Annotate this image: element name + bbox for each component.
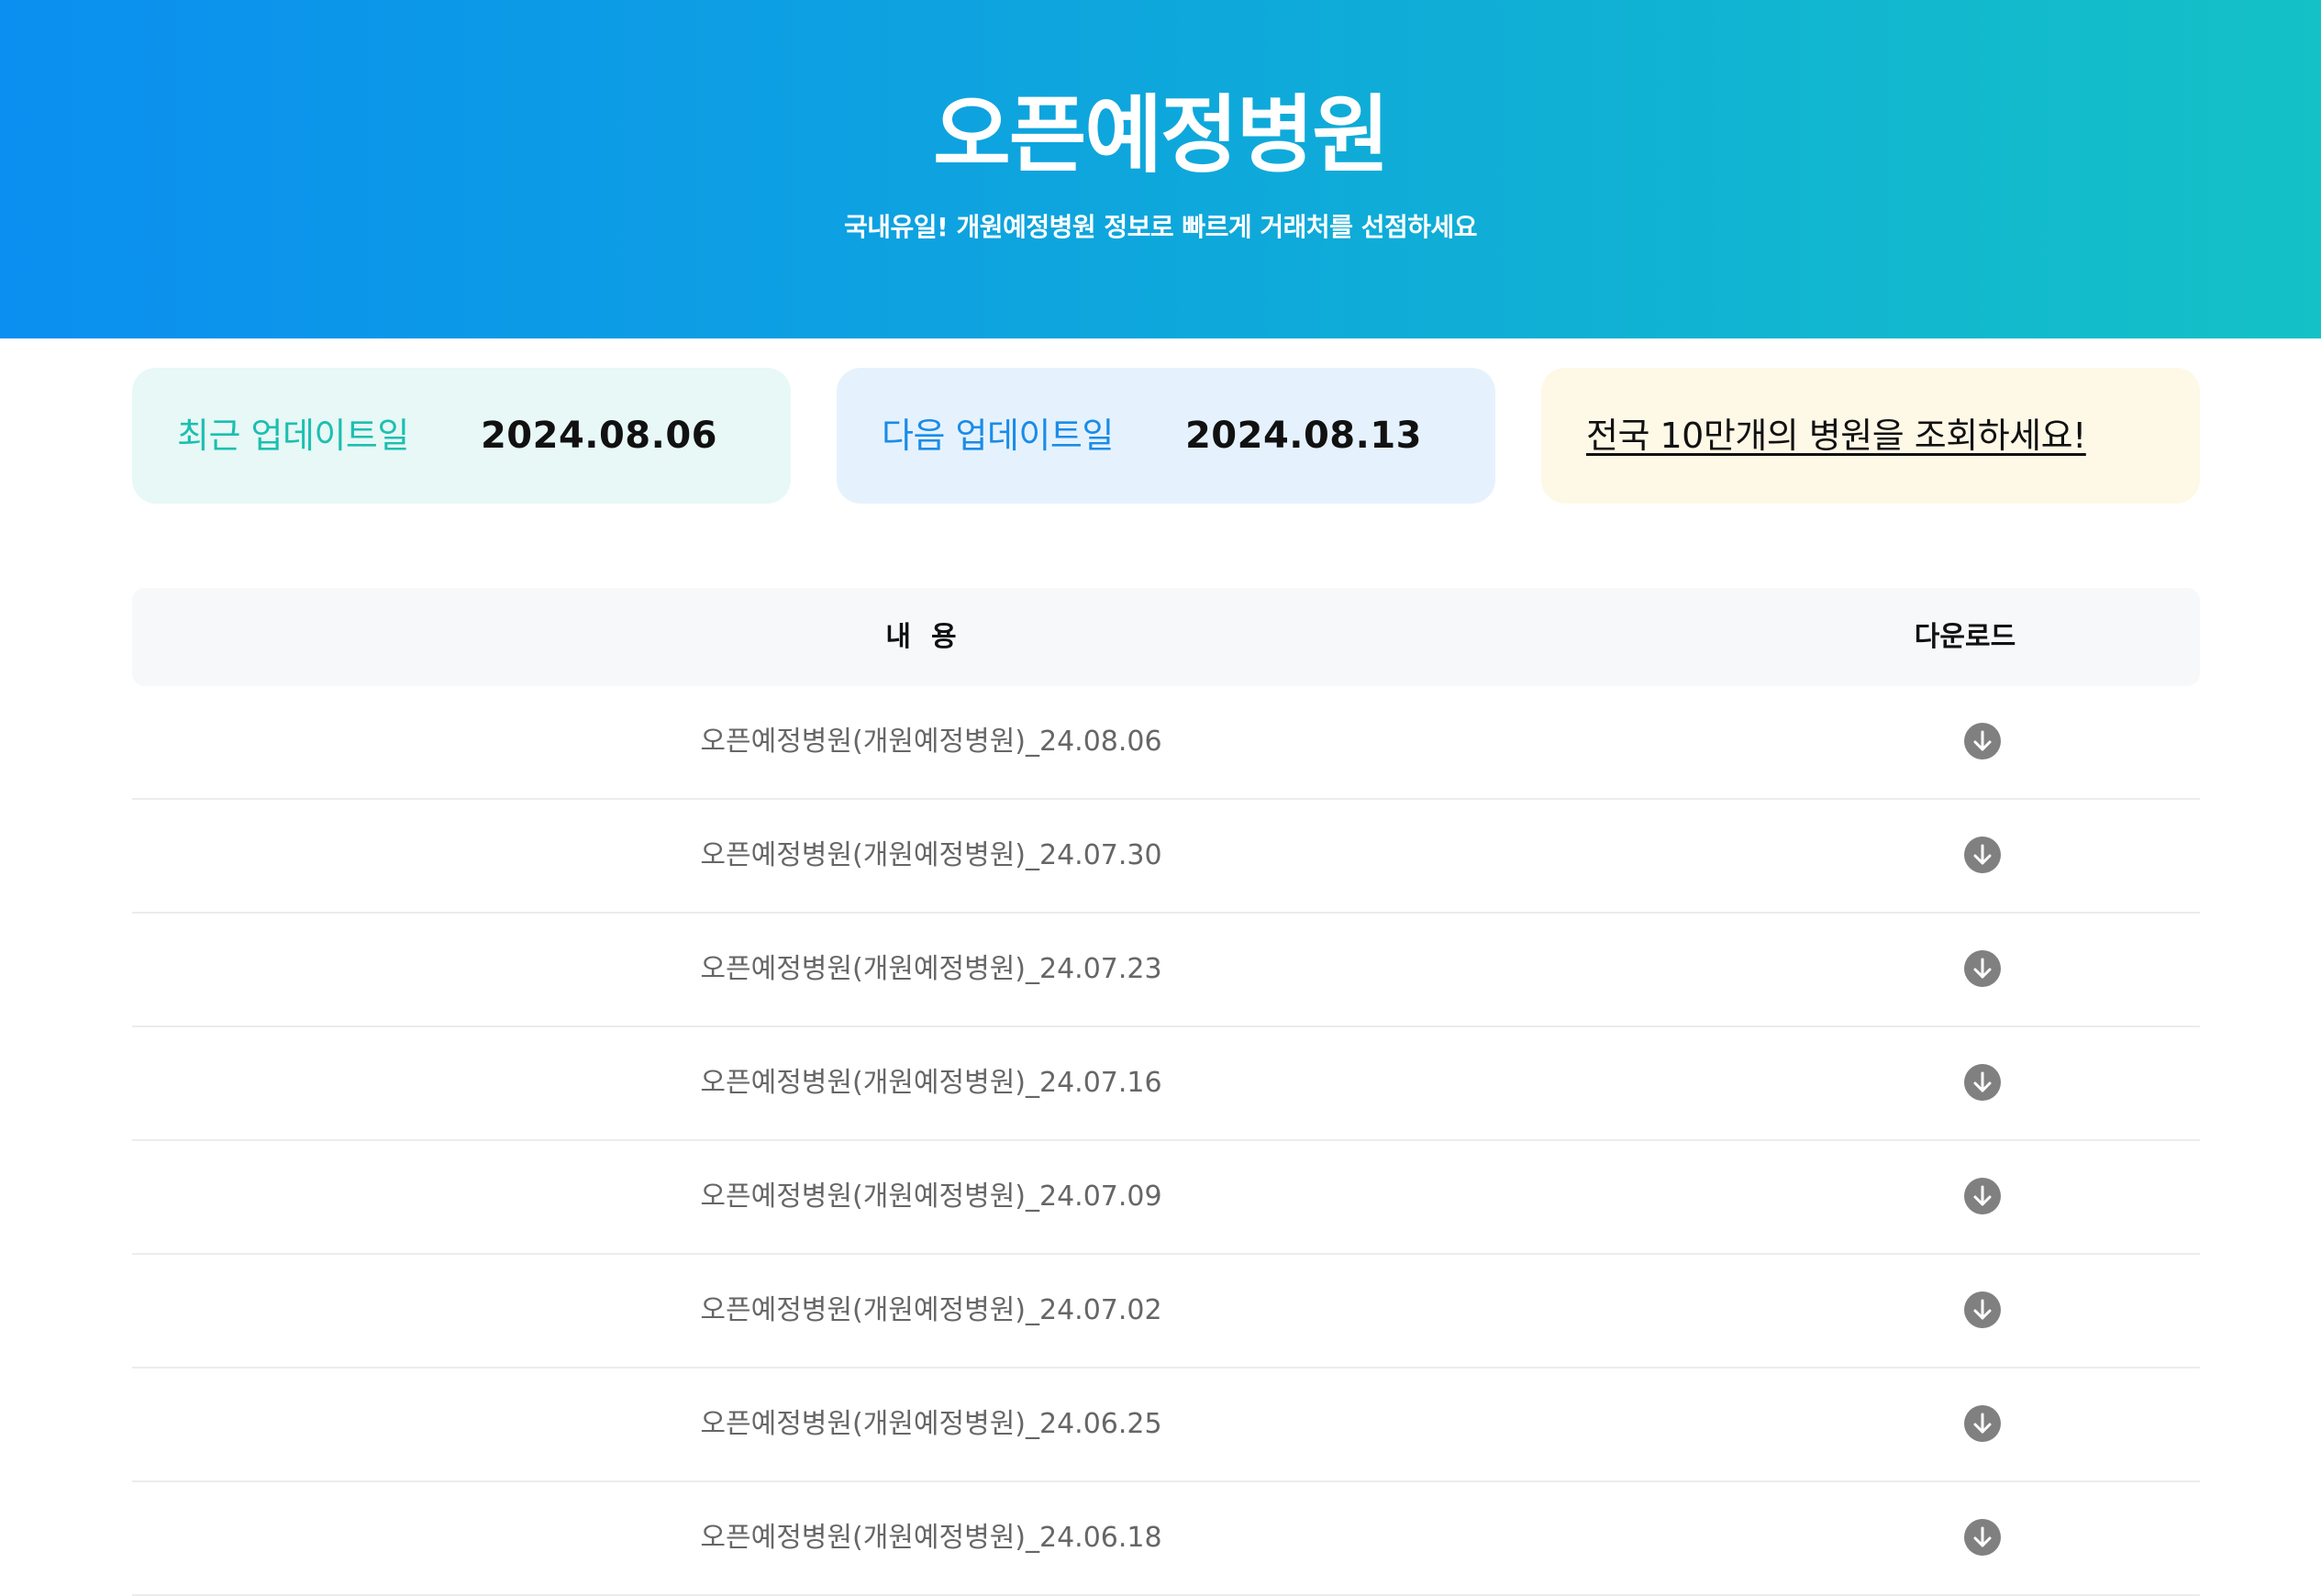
- next-update-card: 다음 업데이트일 2024.08.13: [837, 368, 1495, 504]
- table-row: 오픈예정병원(개원예정병원)_24.07.09: [132, 1141, 2200, 1255]
- row-title: 오픈예정병원(개원예정병원)_24.08.06: [700, 726, 1162, 758]
- hero-banner: 오픈예정병원 국내유일! 개원예정병원 정보로 빠르게 거래처를 선점하세요: [0, 0, 2321, 338]
- row-title: 오픈예정병원(개원예정병원)_24.07.16: [700, 1067, 1162, 1099]
- column-header-download: 다운로드: [1914, 621, 2016, 653]
- table-body: 오픈예정병원(개원예정병원)_24.08.06 오픈예정병원(개원예정병원)_24…: [132, 686, 2200, 1596]
- row-title: 오픈예정병원(개원예정병원)_24.07.23: [700, 953, 1162, 985]
- table-row: 오픈예정병원(개원예정병원)_24.06.25: [132, 1369, 2200, 1482]
- download-icon[interactable]: [1964, 1064, 2001, 1101]
- next-update-date: 2024.08.13: [1184, 415, 1422, 457]
- download-icon[interactable]: [1964, 950, 2001, 987]
- table-row: 오픈예정병원(개원예정병원)_24.06.18: [132, 1482, 2200, 1596]
- download-icon[interactable]: [1964, 1178, 2001, 1214]
- update-info-cards: 최근 업데이트일 2024.08.06 다음 업데이트일 2024.08.13 …: [132, 368, 2200, 504]
- row-title: 오픈예정병원(개원예정병원)_24.06.25: [700, 1408, 1162, 1440]
- table-row: 오픈예정병원(개원예정병원)_24.07.30: [132, 800, 2200, 914]
- row-title: 오픈예정병원(개원예정병원)_24.07.02: [700, 1294, 1162, 1326]
- download-table: 내용 다운로드 오픈예정병원(개원예정병원)_24.08.06 오픈예정병원(개원…: [132, 588, 2200, 1596]
- download-icon[interactable]: [1964, 837, 2001, 873]
- recent-update-card: 최근 업데이트일 2024.08.06: [132, 368, 791, 504]
- table-row: 오픈예정병원(개원예정병원)_24.07.02: [132, 1255, 2200, 1369]
- recent-update-date: 2024.08.06: [480, 415, 717, 457]
- row-title: 오픈예정병원(개원예정병원)_24.07.30: [700, 839, 1162, 871]
- table-row: 오픈예정병원(개원예정병원)_24.07.23: [132, 914, 2200, 1027]
- download-icon[interactable]: [1964, 1291, 2001, 1328]
- hospital-search-link[interactable]: 전국 10만개의 병원을 조회하세요!: [1586, 412, 2086, 460]
- page-subtitle: 국내유일! 개원예정병원 정보로 빠르게 거래처를 선점하세요: [843, 212, 1478, 242]
- download-icon[interactable]: [1964, 723, 2001, 759]
- row-title: 오픈예정병원(개원예정병원)_24.06.18: [700, 1522, 1162, 1554]
- table-row: 오픈예정병원(개원예정병원)_24.07.16: [132, 1027, 2200, 1141]
- table-header: 내용 다운로드: [132, 588, 2200, 686]
- download-icon[interactable]: [1964, 1519, 2001, 1556]
- recent-update-label: 최근 업데이트일: [177, 416, 409, 456]
- row-title: 오픈예정병원(개원예정병원)_24.07.09: [700, 1180, 1162, 1213]
- download-icon[interactable]: [1964, 1405, 2001, 1442]
- hospital-search-card[interactable]: 전국 10만개의 병원을 조회하세요!: [1541, 368, 2200, 504]
- column-header-content: 내용: [885, 621, 977, 653]
- next-update-label: 다음 업데이트일: [882, 416, 1114, 456]
- table-row: 오픈예정병원(개원예정병원)_24.08.06: [132, 686, 2200, 800]
- page-title: 오픈예정병원: [933, 86, 1390, 184]
